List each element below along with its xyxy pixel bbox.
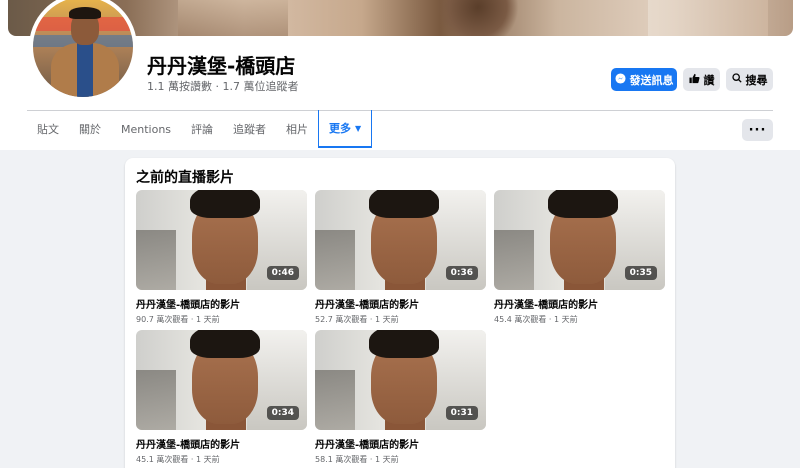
tab-followers[interactable]: 追蹤者: [223, 110, 276, 148]
caret-down-icon: ▼: [355, 123, 362, 133]
video-item[interactable]: 0:34 丹丹漢堡-橋頭店的影片 45.1 萬次觀看 · 1 天前: [136, 330, 307, 465]
tab-mentions[interactable]: Mentions: [111, 110, 181, 148]
search-icon: [731, 73, 742, 86]
video-title[interactable]: 丹丹漢堡-橋頭店的影片: [494, 296, 665, 311]
video-duration: 0:35: [624, 266, 657, 280]
previous-live-videos-section: 之前的直播影片 0:46 丹丹漢堡-橋頭店的影片 90.7 萬次觀看 · 1 天…: [125, 158, 675, 468]
ellipsis-icon: ···: [748, 122, 767, 138]
video-meta: 90.7 萬次觀看 · 1 天前: [136, 315, 220, 324]
more-options-button[interactable]: ···: [742, 119, 773, 141]
page-title: 丹丹漢堡-橋頭店: [147, 54, 296, 78]
like-button[interactable]: 讚: [683, 68, 720, 91]
video-duration: 0:46: [266, 266, 299, 280]
tab-reviews[interactable]: 評論: [181, 110, 223, 148]
video-duration: 0:36: [445, 266, 478, 280]
video-duration: 0:31: [445, 406, 478, 420]
video-title[interactable]: 丹丹漢堡-橋頭店的影片: [315, 296, 486, 311]
video-title[interactable]: 丹丹漢堡-橋頭店的影片: [136, 436, 307, 451]
tab-posts[interactable]: 貼文: [27, 110, 69, 148]
video-meta: 45.1 萬次觀看 · 1 天前: [136, 455, 220, 464]
video-thumbnail[interactable]: 0:36: [315, 190, 486, 290]
thumbs-up-icon: [688, 73, 700, 87]
search-button[interactable]: 搜尋: [726, 68, 773, 91]
video-title[interactable]: 丹丹漢堡-橋頭店的影片: [136, 296, 307, 311]
video-item[interactable]: 0:31 丹丹漢堡-橋頭店的影片 58.1 萬次觀看 · 1 天前: [315, 330, 486, 465]
video-title[interactable]: 丹丹漢堡-橋頭店的影片: [315, 436, 486, 451]
page-stats: 1.1 萬按讚數 · 1.7 萬位追蹤者: [147, 80, 299, 93]
tab-photos[interactable]: 相片: [276, 110, 318, 148]
send-message-label: 發送訊息: [629, 73, 674, 87]
video-item[interactable]: 0:35 丹丹漢堡-橋頭店的影片 45.4 萬次觀看 · 1 天前: [494, 190, 665, 325]
search-label: 搜尋: [745, 73, 768, 87]
video-meta: 58.1 萬次觀看 · 1 天前: [315, 455, 399, 464]
video-meta: 52.7 萬次觀看 · 1 天前: [315, 315, 399, 324]
video-duration: 0:34: [266, 406, 299, 420]
video-item[interactable]: 0:46 丹丹漢堡-橋頭店的影片 90.7 萬次觀看 · 1 天前: [136, 190, 307, 325]
video-item[interactable]: 0:36 丹丹漢堡-橋頭店的影片 52.7 萬次觀看 · 1 天前: [315, 190, 486, 325]
video-thumbnail[interactable]: 0:35: [494, 190, 665, 290]
video-thumbnail[interactable]: 0:31: [315, 330, 486, 430]
tab-more[interactable]: 更多 ▼: [318, 110, 373, 148]
messenger-icon: [614, 72, 626, 87]
send-message-button[interactable]: 發送訊息: [611, 68, 677, 91]
section-title: 之前的直播影片: [136, 170, 234, 186]
tab-about[interactable]: 關於: [69, 110, 111, 148]
video-meta: 45.4 萬次觀看 · 1 天前: [494, 315, 578, 324]
page-tabs: 貼文 關於 Mentions 評論 追蹤者 相片 更多 ▼: [27, 110, 373, 148]
like-label: 讚: [703, 73, 715, 87]
video-thumbnail[interactable]: 0:46: [136, 190, 307, 290]
page-header: 丹丹漢堡-橋頭店 1.1 萬按讚數 · 1.7 萬位追蹤者 發送訊息 讚 搜尋 …: [0, 0, 800, 150]
profile-picture[interactable]: [29, 0, 137, 101]
tab-more-label: 更多: [329, 122, 352, 135]
video-thumbnail[interactable]: 0:34: [136, 330, 307, 430]
